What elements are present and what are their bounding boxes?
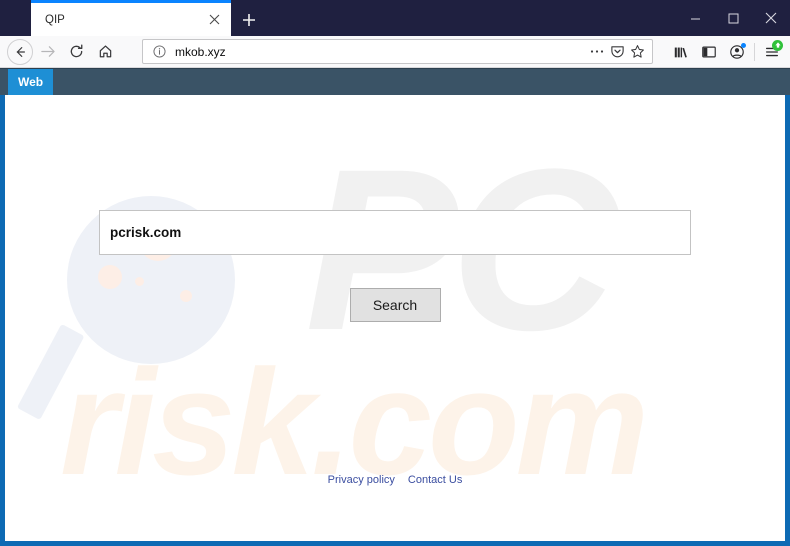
reload-icon[interactable] [62, 38, 91, 66]
search-button[interactable]: Search [349, 288, 441, 322]
info-circle-icon[interactable] [151, 44, 167, 60]
close-button[interactable] [752, 3, 790, 33]
back-arrow-icon[interactable] [7, 38, 33, 65]
titlebar-drag-area [267, 3, 676, 36]
maximize-button[interactable] [714, 3, 752, 33]
library-icon[interactable] [667, 38, 695, 66]
browser-tab-qip[interactable]: QIP [31, 3, 231, 36]
footer-links: Privacy policy Contact Us [5, 474, 785, 486]
search-input[interactable] [99, 210, 691, 255]
tab-close-icon[interactable] [205, 11, 223, 29]
home-icon[interactable] [91, 38, 120, 66]
new-tab-button[interactable] [231, 3, 267, 36]
toolbar-divider [754, 42, 755, 61]
window-controls [676, 0, 790, 36]
site-nav-tab-web[interactable]: Web [8, 69, 54, 95]
account-icon[interactable] [723, 38, 751, 66]
navigation-toolbar: mkob.xyz [0, 36, 790, 68]
tabstrip-left-padding [0, 0, 31, 36]
browser-window: QIP mkob.xyz Web risk.com pcrisk.com Sea… [0, 0, 790, 546]
minimize-button[interactable] [676, 3, 714, 33]
forward-arrow-icon [33, 38, 62, 66]
hamburger-menu-icon[interactable] [758, 38, 786, 66]
account-notification-dot [741, 42, 746, 48]
privacy-policy-link[interactable]: Privacy policy [328, 474, 395, 486]
page-content: PC risk.com Search Privacy policy Contac… [5, 95, 785, 541]
site-nav-bar: Web [0, 68, 790, 95]
contact-us-link[interactable]: Contact Us [408, 474, 462, 486]
search-form: Search [5, 210, 785, 322]
ellipsis-icon[interactable] [587, 42, 607, 62]
tab-title: QIP [45, 13, 65, 26]
toolbar-right-actions [661, 38, 786, 66]
url-text[interactable]: mkob.xyz [175, 45, 587, 59]
url-bar[interactable]: mkob.xyz [142, 39, 653, 64]
star-icon[interactable] [627, 42, 647, 62]
update-badge-icon [772, 39, 783, 51]
title-bar: QIP [0, 0, 790, 36]
site-nav-tab-label: Web [18, 75, 44, 89]
pocket-icon[interactable] [607, 42, 627, 62]
sidebar-icon[interactable] [695, 38, 723, 66]
site-nav-left-padding [0, 69, 8, 95]
